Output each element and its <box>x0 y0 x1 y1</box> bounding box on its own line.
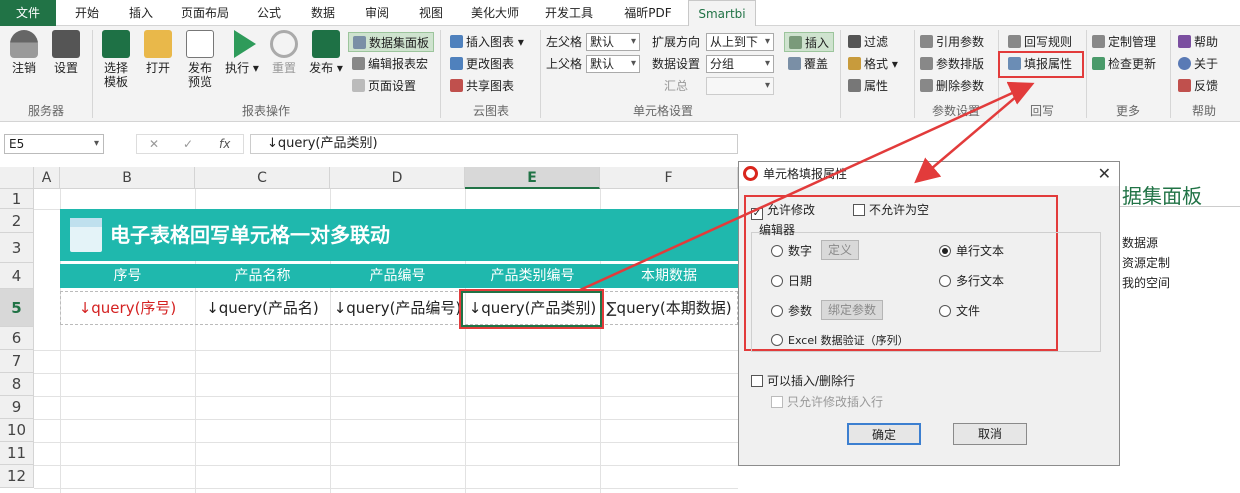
arrow-ribbon-to-dialog <box>914 84 1031 184</box>
arrow-cell-to-ribbon <box>579 81 1035 292</box>
annotation-arrows <box>579 81 1035 292</box>
